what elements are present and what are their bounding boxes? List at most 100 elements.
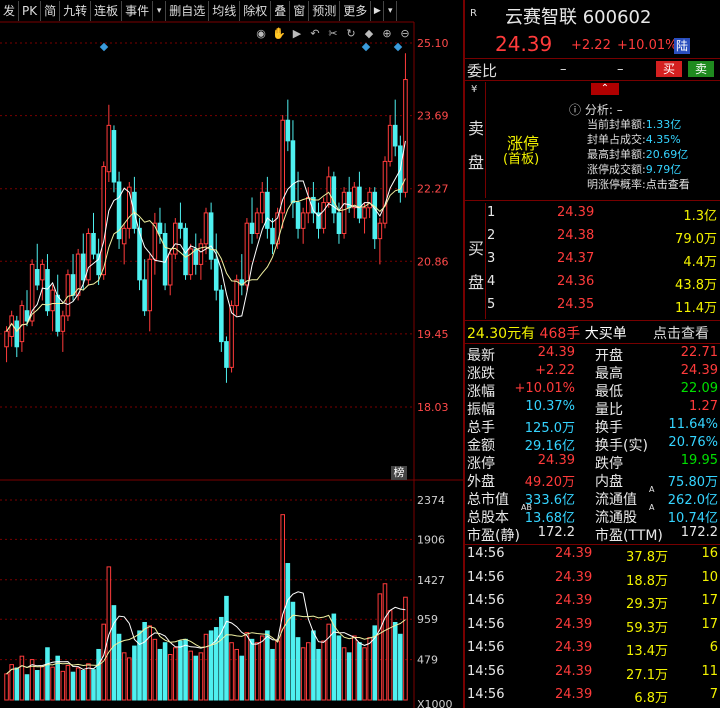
candle-body: [96, 253, 101, 276]
share-class-mark: A: [649, 485, 655, 494]
candle-body: [55, 294, 60, 332]
seal-stat-key: 封单占成交:: [587, 133, 646, 146]
tick-volume: 59.3万: [626, 620, 668, 636]
volume-bar: [80, 670, 86, 701]
candle-body: [19, 305, 25, 343]
volume-tick-label: 1427: [417, 574, 445, 587]
collapse-chevron-icon[interactable]: ⌃: [591, 83, 619, 95]
event-marker: [361, 42, 371, 52]
sell-side-label: 卖 盘: [468, 119, 485, 172]
quote-value: 49.20万: [524, 475, 575, 490]
volume-bar: [86, 663, 91, 701]
bid-volume: 4.4万: [683, 255, 717, 270]
bid-level[interactable]: 2 24.38 79.0万: [465, 228, 720, 248]
volume-bar: [96, 648, 101, 701]
bid-level[interactable]: 5 24.35 11.4万: [465, 297, 720, 317]
volume-bar: [162, 642, 168, 701]
volume-bar: [34, 670, 40, 701]
quote-panel: R 云赛智联 600602 24.39 +2.22 +10.01% 陆 委比 –…: [465, 0, 720, 708]
seal-stat-row: 最高封单额:20.69亿: [587, 147, 690, 162]
bid-level-num: 3: [487, 251, 496, 266]
connect-tag[interactable]: 陆: [674, 38, 691, 54]
volume-bar: [14, 667, 20, 701]
volume-bar: [398, 633, 403, 701]
candle-body: [34, 269, 40, 286]
event-marker: [99, 42, 109, 52]
tick-time: 14:56: [467, 616, 505, 632]
volume-bar: [234, 648, 239, 701]
quote-row: 涨幅 +10.01% 最低 22.09: [465, 381, 720, 401]
analysis-row: ⓘ 分析: –: [569, 103, 623, 117]
tick-volume: 18.8万: [626, 573, 668, 589]
volume-tick-label: X1000: [417, 698, 453, 708]
quote-value: 172.2: [537, 525, 575, 540]
candle-body: [147, 258, 153, 312]
quote-value: 24.39: [537, 453, 575, 468]
candle-body: [244, 222, 250, 286]
quote-label: 市盈(静): [467, 528, 520, 544]
bid-level[interactable]: 4 24.36 43.8万: [465, 274, 720, 294]
volume-bar: [377, 593, 383, 701]
volume-bar: [362, 647, 367, 701]
sell-button[interactable]: 卖: [688, 61, 714, 77]
volume-bar: [60, 670, 66, 701]
price-tick-label: 20.86: [417, 255, 449, 268]
bid-level[interactable]: 3 24.37 4.4万: [465, 251, 720, 271]
candle-body: [101, 166, 107, 276]
bid-level[interactable]: 1 24.39 1.3亿: [465, 205, 720, 225]
chart-area[interactable]: 发 PK 简九转 连板 事件 ▾ 删自选 均线 除权叠窗预测 更多 ▶ ▾ ◉ ✋ ▶ ↶ ✂ ↻ ◆…: [0, 0, 464, 708]
price-tick-label: 23.69: [417, 110, 449, 123]
tick-volume: 13.4万: [626, 644, 668, 659]
candle-body: [367, 191, 372, 209]
weibi-ratio: –: [560, 62, 567, 77]
quote-label: 流通值: [595, 492, 637, 508]
seal-stat-key: 涨停成交额:: [587, 163, 646, 176]
bid-volume: 79.0万: [675, 232, 717, 247]
tick-count: 17: [701, 593, 718, 608]
volume-bar: [178, 640, 183, 701]
volume-bar: [367, 637, 372, 701]
quote-row: 总手 125.0万 换手 11.64%: [465, 417, 720, 437]
quote-row: 外盘 49.20万 内盘 75.80万: [465, 471, 720, 491]
candle-body: [382, 160, 388, 224]
volume-bar: [357, 642, 362, 701]
quote-value: 333.6亿: [524, 493, 575, 508]
candle-body: [70, 274, 76, 296]
current-price: 24.39: [495, 32, 553, 56]
candle-body: [60, 315, 66, 332]
candle-body: [219, 289, 224, 343]
volume-bar: [224, 595, 229, 701]
quote-label: 换手: [595, 420, 623, 436]
volume-bar: [239, 655, 245, 701]
candle-body: [50, 289, 55, 312]
big-order-link[interactable]: 点击查看: [653, 323, 709, 343]
candle-body: [290, 140, 296, 204]
board-tag[interactable]: 榜: [391, 466, 407, 480]
candle-body: [208, 212, 214, 260]
quote-row: 最新 24.39 开盘 22.71: [465, 345, 720, 365]
bid-volume: 11.4万: [675, 301, 717, 316]
volume-bar: [40, 665, 45, 701]
candle-body: [321, 202, 326, 229]
candle-body: [4, 330, 9, 348]
volume-bar: [341, 647, 347, 701]
quote-row: 涨跌 +2.22 最高 24.39: [465, 363, 720, 383]
candlestick-chart[interactable]: 25.10 23.69 22.27 20.86 19.45 18.03 2374 1906 14…: [0, 0, 464, 708]
buy-button[interactable]: 买: [656, 61, 682, 77]
quote-label: 最高: [595, 366, 623, 382]
volume-bar: [65, 664, 71, 701]
candle-body: [111, 130, 117, 183]
volume-bar: [50, 666, 55, 701]
share-class-mark: A: [649, 503, 655, 512]
candle-body: [249, 222, 255, 234]
seal-stat-row[interactable]: 明涨停概率:点击查看: [587, 177, 690, 192]
seal-stat-row: 当前封单额:1.33亿: [587, 117, 690, 132]
seal-stat-value[interactable]: 点击查看: [646, 178, 690, 191]
price-tick-label: 25.10: [417, 37, 449, 50]
quote-value: 13.68亿: [524, 511, 575, 526]
quote-row: 总市值 333.6亿 流通值 262.0亿 A: [465, 485, 720, 509]
event-marker: [393, 42, 403, 52]
tick-row: 14:56 24.39 27.1万 11: [465, 664, 720, 684]
quote-row: 振幅 10.37% 量比 1.27: [465, 399, 720, 419]
tick-price: 24.39: [555, 593, 593, 608]
